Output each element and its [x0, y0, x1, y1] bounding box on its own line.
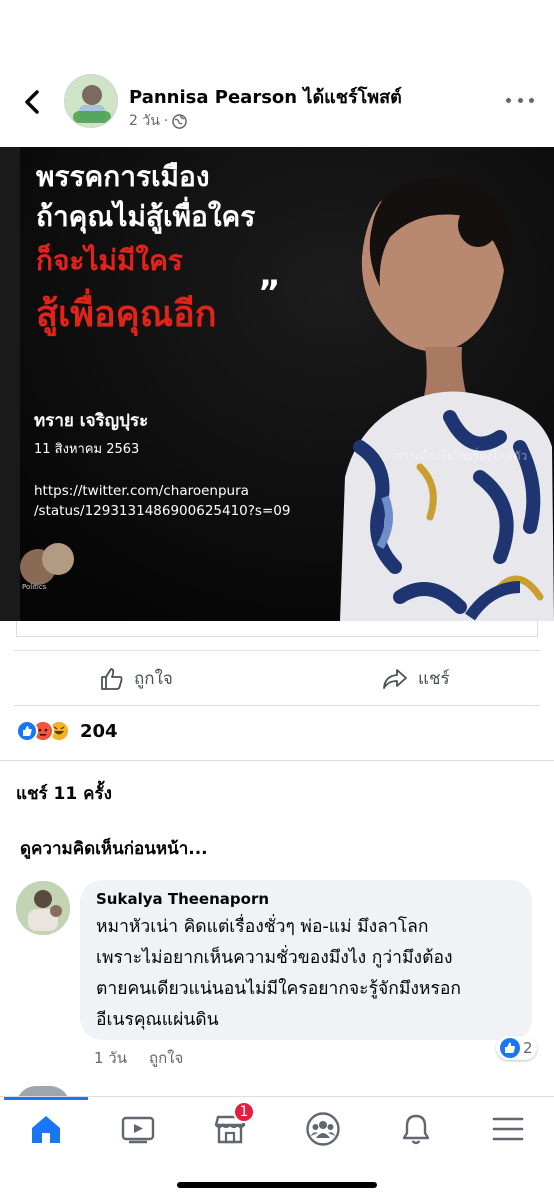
reaction-count: 204	[80, 720, 118, 742]
author-name[interactable]: Pannisa Pearson	[129, 87, 297, 108]
comment-bubble: Sukalya Theenaporn หมาหัวเน่า คิดแต่เรื่…	[80, 880, 532, 1040]
share-button[interactable]: แชร์	[382, 665, 450, 692]
commenter-avatar-image	[16, 881, 70, 935]
share-count[interactable]: แชร์ 11 ครั้ง	[16, 780, 112, 807]
avatar-image	[65, 75, 117, 127]
reaction-summary[interactable]: 204	[16, 720, 118, 742]
dot-separator: ·	[163, 113, 169, 129]
post-author-line: Pannisa Pearson ได้แชร์โพสต์	[129, 82, 402, 111]
like-label: ถูกใจ	[134, 669, 173, 689]
tab-video[interactable]	[113, 1107, 163, 1151]
commenter-avatar[interactable]	[16, 881, 70, 935]
like-icon	[500, 1038, 520, 1058]
comment-reaction-count[interactable]: 2	[496, 1036, 537, 1060]
post-meta: 2 วัน ·	[129, 110, 188, 132]
image-text-line1: พรรคการเมือง	[36, 160, 210, 193]
comment-line: หมาหัวเน่า คิดแต่เรื่องชั่วๆ พ่อ-แม่ มึง…	[96, 917, 429, 937]
post-image[interactable]: พรรคการเมือง ถ้าคุณไม่สู้เพื่อใคร ก็จะไม…	[0, 147, 554, 621]
comment-reaction-number: 2	[523, 1039, 533, 1057]
comment-time[interactable]: 1 วัน	[94, 1046, 127, 1070]
post-action-bar: ถูกใจ แชร์	[14, 650, 540, 706]
image-person-name: ทราย เจริญปุระ	[34, 411, 149, 431]
image-url-line2: /status/1293131486900625410?s=09	[34, 503, 291, 519]
video-icon	[121, 1116, 155, 1144]
image-text-line3: ก็จะไม่มีใคร	[36, 244, 183, 277]
dot-icon	[529, 97, 534, 103]
comment-author[interactable]: Sukalya Theenaporn	[96, 890, 516, 908]
view-previous-comments-link[interactable]: ดูความคิดเห็นก่อนหน้า...	[20, 835, 208, 862]
home-indicator	[177, 1182, 377, 1188]
post-time[interactable]: 2 วัน	[129, 110, 160, 132]
comment-meta: 1 วัน ถูกใจ	[94, 1046, 183, 1070]
groups-icon	[306, 1112, 340, 1146]
tab-groups[interactable]	[298, 1107, 348, 1151]
image-url-line1: https://twitter.com/charoenpura	[34, 483, 249, 499]
comment-line: เพราะไม่อยากเห็นความชั่วของมึงไง กูว่ามึ…	[96, 948, 453, 968]
marketplace-badge: 1	[233, 1101, 255, 1123]
image-text-line4: สู้เพื่อคุณอีก	[36, 294, 217, 335]
like-button[interactable]: ถูกใจ	[100, 665, 173, 692]
home-icon	[32, 1116, 60, 1143]
comment-line: ตายคนเดียวแน่นอนไม่มีใครอยากจะรู้จักมึงห…	[96, 979, 461, 999]
globe-icon	[172, 113, 188, 129]
back-button[interactable]	[16, 86, 48, 118]
post-action-text: ได้แชร์โพสต์	[303, 87, 402, 108]
active-tab-indicator	[4, 1097, 88, 1100]
like-icon	[16, 720, 38, 742]
tab-menu[interactable]	[483, 1107, 533, 1151]
share-arrow-icon	[383, 668, 407, 689]
comment-text: หมาหัวเน่า คิดแต่เรื่องชั่วๆ พ่อ-แม่ มึง…	[96, 912, 516, 1036]
tab-notifications[interactable]	[391, 1107, 441, 1151]
dot-icon	[517, 97, 523, 103]
author-avatar[interactable]	[64, 74, 118, 128]
comment-line: อีเนรคุณแผ่นดิน	[96, 1010, 219, 1030]
image-text-line2: ถ้าคุณไม่สู้เพื่อใคร	[36, 200, 256, 233]
dot-icon	[506, 97, 511, 103]
image-logo-text: Politics	[22, 583, 47, 591]
image-watermark: การเมืองไม่ใช่เรื่องไกลตัว	[395, 449, 528, 463]
image-quote-mark: ”	[258, 273, 281, 313]
image-date: 11 สิงหาคม 2563	[34, 442, 140, 457]
bell-icon	[402, 1114, 430, 1145]
share-label: แชร์	[418, 669, 450, 689]
menu-icon	[492, 1117, 524, 1141]
thumbs-up-icon	[101, 667, 123, 690]
comment-like-button[interactable]: ถูกใจ	[149, 1046, 183, 1070]
more-options-button[interactable]	[506, 90, 534, 110]
post-header: Pannisa Pearson ได้แชร์โพสต์ 2 วัน ·	[0, 60, 554, 140]
tab-marketplace[interactable]: 1	[205, 1101, 255, 1151]
link-preview-edge	[16, 621, 538, 637]
section-divider	[0, 760, 554, 761]
reaction-icons	[16, 720, 70, 742]
chevron-left-icon	[25, 90, 39, 114]
tab-home[interactable]	[21, 1107, 71, 1151]
